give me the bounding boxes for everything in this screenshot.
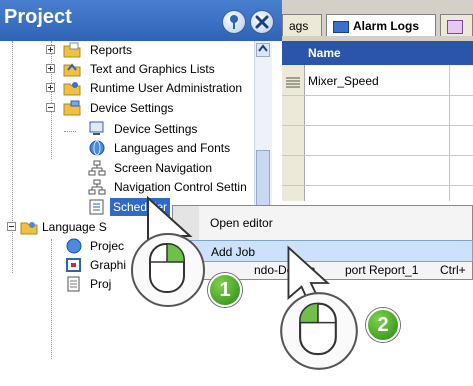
editor-icon	[447, 19, 463, 34]
globe-icon	[65, 238, 83, 254]
close-icon	[255, 15, 269, 29]
tab-tags[interactable]: ags	[282, 14, 322, 36]
close-panel-button[interactable]	[250, 10, 274, 34]
language-folder-icon	[20, 219, 38, 235]
grid-cell-name[interactable]: Mixer_Speed	[308, 74, 379, 88]
collapse-toggle[interactable]	[7, 222, 16, 231]
step-number-badge: 2	[366, 308, 400, 342]
tree-item-project-texts[interactable]: Proj	[0, 275, 130, 293]
alarm-log-grid	[282, 41, 473, 201]
monitor-icon	[88, 121, 106, 137]
callout-step-2	[275, 245, 385, 375]
project-panel-title: Project	[4, 6, 72, 28]
globe-icon	[88, 140, 106, 156]
tree-item-graphics[interactable]: Graphi	[0, 256, 130, 274]
tree-item-runtime-user-admin[interactable]: Runtime User Administration	[0, 79, 254, 97]
tab-overflow[interactable]	[440, 14, 473, 36]
expand-toggle[interactable]	[46, 64, 55, 73]
expand-toggle[interactable]	[46, 83, 55, 92]
pin-button[interactable]	[222, 10, 246, 34]
pin-icon	[230, 15, 238, 29]
alarm-log-icon	[333, 20, 349, 33]
expand-toggle[interactable]	[46, 45, 55, 54]
tree-item-reports[interactable]: Reports	[0, 41, 254, 59]
tree-item-project-languages[interactable]: Projec	[0, 237, 130, 255]
list-folder-icon	[63, 61, 81, 77]
mouse-right-click-icon	[131, 233, 205, 307]
tree-item-device-settings-folder[interactable]: Device Settings	[0, 99, 254, 117]
tree-item-languages-fonts[interactable]: Languages and Fonts	[0, 139, 254, 157]
navigation-control-icon	[88, 179, 106, 195]
tab-alarm-logs[interactable]: Alarm Logs	[326, 14, 436, 36]
folder-icon	[63, 42, 81, 58]
tree-item-navigation-control-settings[interactable]: Navigation Control Settin	[0, 178, 254, 196]
settings-folder-icon	[63, 100, 81, 116]
step-number-badge: 1	[208, 273, 242, 307]
tree-item-text-graphics-lists[interactable]: Text and Graphics Lists	[0, 60, 254, 78]
navigation-tree-icon	[88, 160, 106, 176]
chevron-up-icon	[258, 44, 268, 52]
mouse-left-click-icon	[280, 292, 358, 370]
graphics-icon	[65, 257, 83, 273]
user-folder-icon	[63, 80, 81, 96]
tree-item-screen-navigation[interactable]: Screen Navigation	[0, 159, 254, 177]
document-icon	[65, 276, 83, 292]
row-selector-icon[interactable]	[285, 76, 301, 88]
scheduler-icon	[88, 199, 106, 215]
tree-item-device-settings[interactable]: Device Settings	[0, 120, 254, 138]
column-header-name[interactable]: Name	[308, 46, 341, 60]
scroll-up-button[interactable]	[256, 43, 270, 57]
collapse-toggle[interactable]	[46, 103, 55, 112]
